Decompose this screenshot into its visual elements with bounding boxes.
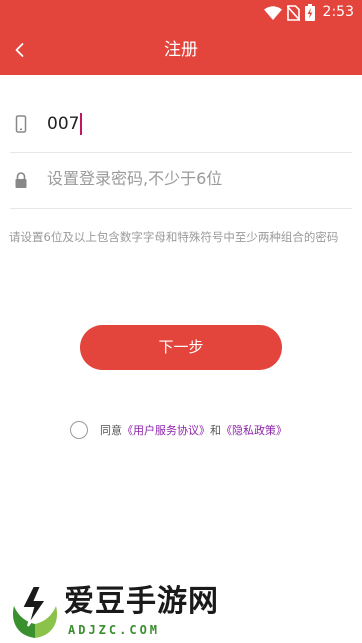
watermark: 爱豆手游网 ADJZC.COM <box>6 580 256 640</box>
phone-input[interactable]: 007 <box>47 113 83 135</box>
battery-charging-icon <box>304 4 315 21</box>
phone-icon <box>15 115 27 133</box>
phone-field-row: 007 <box>10 96 352 153</box>
agree-and: 和 <box>210 424 221 437</box>
next-button[interactable]: 下一步 <box>80 325 282 370</box>
text-cursor <box>80 113 83 135</box>
page-title: 注册 <box>164 40 198 60</box>
agree-checkbox[interactable] <box>70 421 88 439</box>
app-bar: 注册 <box>0 25 362 75</box>
lock-icon <box>15 172 27 188</box>
password-hint: 请设置6位及以上包含数字字母和特殊符号中至少两种组合的密码 <box>9 230 339 244</box>
phone-input-value: 007 <box>47 114 80 134</box>
agree-prefix: 同意 <box>100 424 122 437</box>
status-time: 2:53 <box>322 4 354 20</box>
agreement-row: 同意 《用户服务协议》 和 《隐私政策》 <box>70 419 287 441</box>
status-icons: 2:53 <box>263 3 354 22</box>
watermark-title: 爱豆手游网 <box>64 584 219 619</box>
no-sim-icon <box>286 4 300 21</box>
status-bar: 2:53 <box>0 0 362 25</box>
password-field-row: 设置登录密码,不少于6位 <box>10 152 352 209</box>
wifi-icon <box>263 5 282 20</box>
watermark-subtitle: ADJZC.COM <box>68 623 161 637</box>
password-input[interactable]: 设置登录密码,不少于6位 <box>47 168 222 190</box>
privacy-policy-link[interactable]: 《隐私政策》 <box>221 422 287 438</box>
watermark-logo-icon <box>12 585 58 638</box>
user-agreement-link[interactable]: 《用户服务协议》 <box>122 422 210 438</box>
